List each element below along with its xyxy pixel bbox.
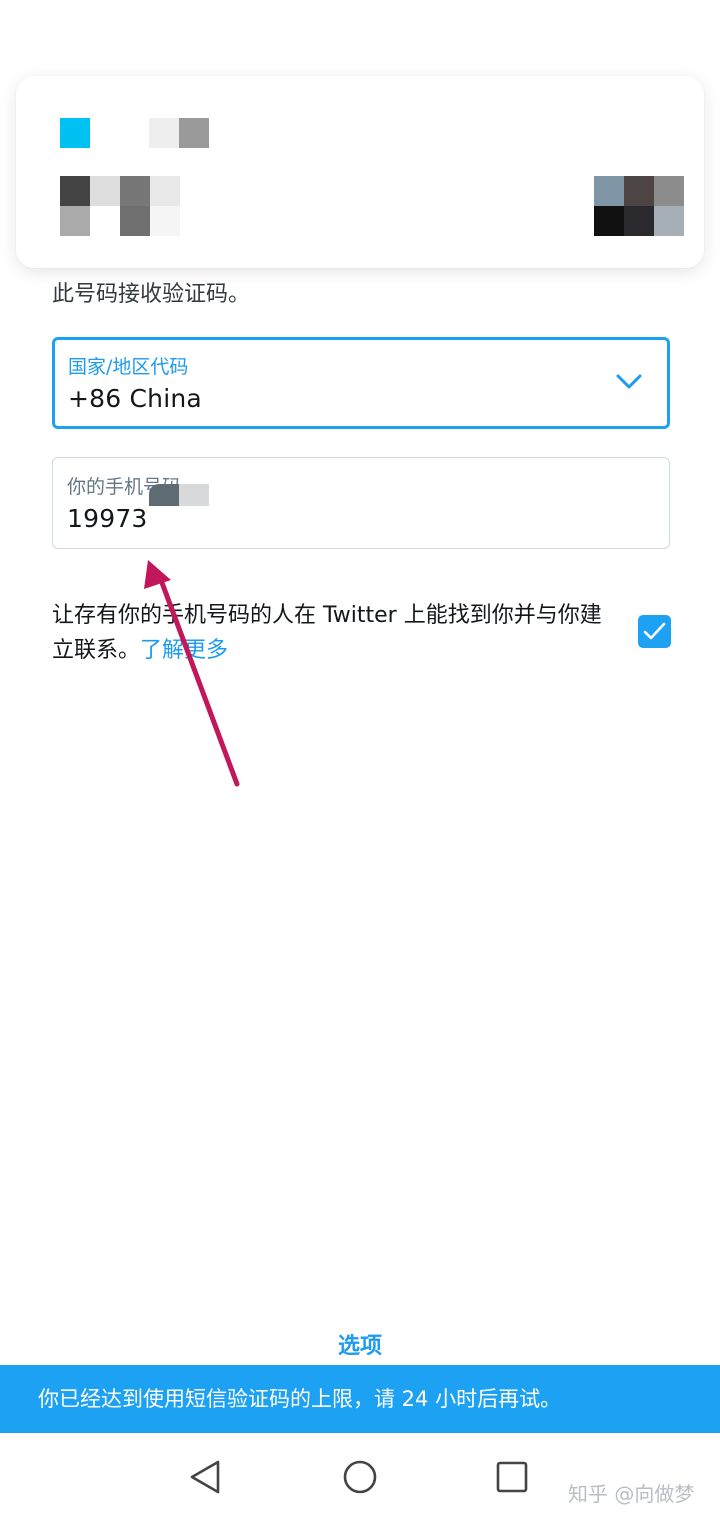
blurred-block [60, 176, 90, 206]
blurred-avatar-block [594, 206, 624, 236]
blurred-avatar-block [594, 176, 624, 206]
watermark: 知乎 @向做梦 [568, 1482, 695, 1506]
home-icon[interactable] [338, 1455, 382, 1499]
learn-more-link[interactable]: 了解更多 [140, 638, 228, 663]
blurred-block [150, 206, 180, 236]
recents-icon[interactable] [490, 1455, 534, 1499]
screen: 此号码接收验证码。 国家/地区代码 +86 China 你的手机号码 19973… [0, 0, 720, 1520]
notification-overlay[interactable] [16, 76, 704, 268]
options-button[interactable]: 选项 [0, 1328, 720, 1360]
blurred-block [150, 176, 180, 206]
blurred-block [60, 206, 90, 236]
blurred-block [120, 176, 150, 206]
redaction-block [149, 484, 179, 506]
blurred-avatar-block [624, 176, 654, 206]
redaction-block [179, 484, 209, 506]
blurred-block [120, 206, 150, 236]
blurred-avatar-block [654, 176, 684, 206]
contact-discovery-text: 让存有你的手机号码的人在 Twitter 上能找到你并与你建立联系。了解更多 [52, 598, 622, 668]
blurred-block [179, 118, 209, 148]
redaction-block [149, 506, 189, 538]
blurred-avatar-block [654, 206, 684, 236]
checkmark-icon [643, 622, 666, 640]
back-icon[interactable] [184, 1455, 228, 1499]
country-code-label: 国家/地区代码 [68, 356, 189, 378]
blurred-block [90, 176, 120, 206]
app-icon [60, 118, 90, 148]
contact-discovery-checkbox[interactable] [638, 615, 671, 648]
phone-number-value: 19973 [67, 504, 148, 533]
country-code-value: +86 China [68, 384, 202, 413]
phone-subtitle: 此号码接收验证码。 [52, 282, 251, 307]
blurred-block [149, 118, 179, 148]
country-code-select[interactable]: 国家/地区代码 +86 China [52, 337, 670, 429]
consent-label: 让存有你的手机号码的人在 Twitter 上能找到你并与你建立联系。 [52, 603, 602, 663]
sms-limit-toast: 你已经达到使用短信验证码的上限，请 24 小时后再试。 [0, 1365, 720, 1433]
phone-number-input[interactable]: 你的手机号码 19973 [52, 457, 670, 549]
chevron-down-icon[interactable] [615, 372, 643, 392]
blurred-avatar-block [624, 206, 654, 236]
